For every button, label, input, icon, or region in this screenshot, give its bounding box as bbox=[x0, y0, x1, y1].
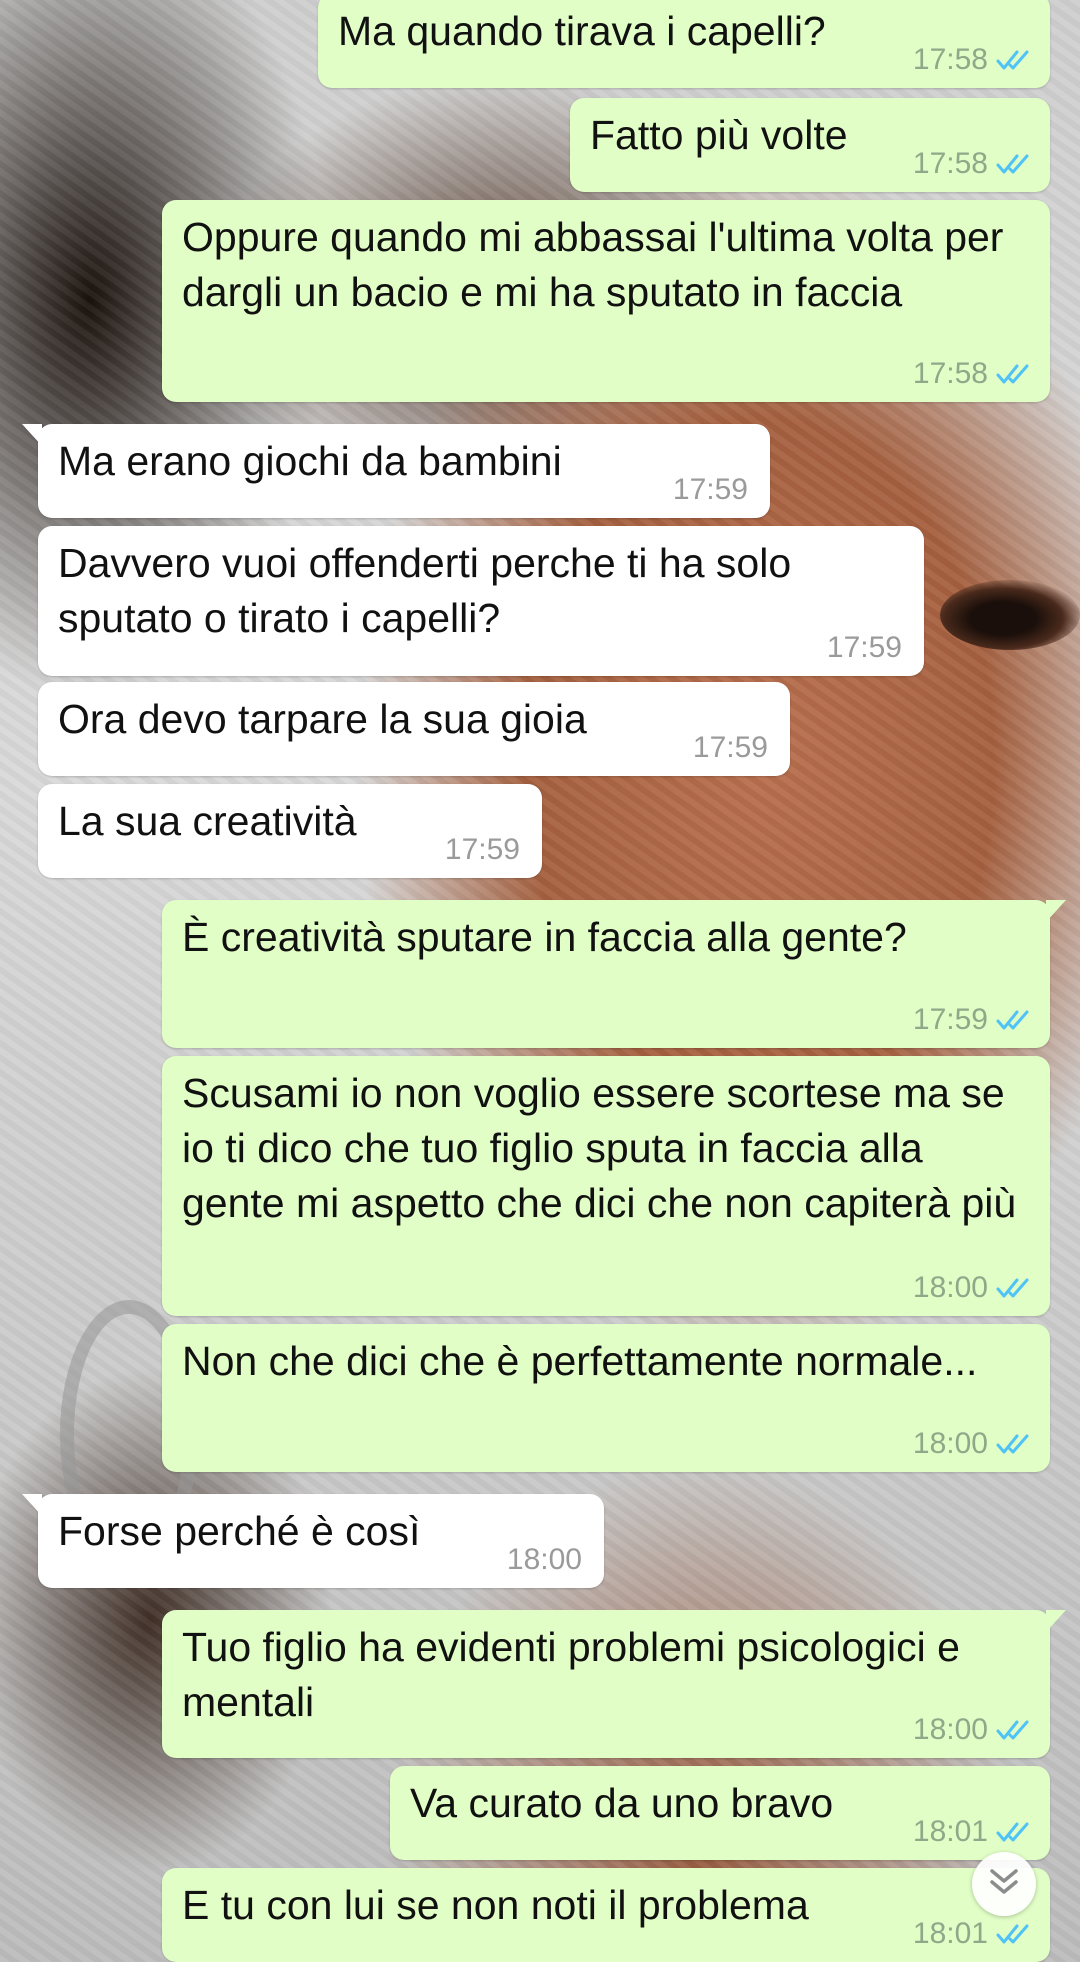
message-time: 18:01 bbox=[912, 1917, 988, 1950]
read-ticks-icon bbox=[996, 363, 1032, 385]
incoming-message[interactable]: Davvero vuoi offenderti perche ti ha sol… bbox=[38, 526, 924, 676]
message-text: Ora devo tarpare la sua gioia bbox=[58, 696, 587, 742]
read-ticks-icon bbox=[996, 1719, 1032, 1741]
read-ticks-icon bbox=[996, 1923, 1032, 1945]
message-text: E tu con lui se non noti il problema bbox=[182, 1882, 809, 1928]
message-time: 17:59 bbox=[912, 1003, 988, 1036]
message-time: 18:01 bbox=[912, 1815, 988, 1848]
read-ticks-icon bbox=[996, 1009, 1032, 1031]
message-time: 17:59 bbox=[672, 473, 748, 506]
outgoing-message[interactable]: Va curato da uno bravo 18:01 bbox=[390, 1766, 1050, 1860]
message-time: 18:00 bbox=[506, 1543, 582, 1576]
message-time: 18:00 bbox=[912, 1427, 988, 1460]
message-text: Davvero vuoi offenderti perche ti ha sol… bbox=[58, 540, 792, 641]
read-ticks-icon bbox=[996, 1433, 1032, 1455]
message-text: È creatività sputare in faccia alla gent… bbox=[182, 914, 907, 960]
message-time: 17:58 bbox=[912, 147, 988, 180]
message-text: Ma erano giochi da bambini bbox=[58, 438, 562, 484]
message-time: 17:58 bbox=[912, 43, 988, 76]
message-meta: 17:58 bbox=[913, 44, 1032, 76]
message-meta: 18:00 bbox=[913, 1272, 1032, 1304]
message-meta: 17:59 bbox=[673, 474, 748, 506]
message-meta: 18:00 bbox=[913, 1714, 1032, 1746]
message-meta: 17:58 bbox=[913, 358, 1032, 390]
message-meta: 17:59 bbox=[693, 732, 768, 764]
message-text: Oppure quando mi abbassai l'ultima volta… bbox=[182, 214, 1004, 315]
incoming-message[interactable]: Forse perché è così 18:00 bbox=[22, 1494, 604, 1588]
message-time: 18:00 bbox=[912, 1271, 988, 1304]
message-text: Scusami io non voglio essere scortese ma… bbox=[182, 1070, 1017, 1226]
outgoing-message[interactable]: Fatto più volte 17:58 bbox=[570, 98, 1050, 192]
outgoing-message[interactable]: Ma quando tirava i capelli? 17:58 bbox=[318, 0, 1050, 88]
message-meta: 17:59 bbox=[445, 834, 520, 866]
scroll-to-bottom-button[interactable] bbox=[972, 1852, 1036, 1916]
message-text: Forse perché è così bbox=[58, 1508, 421, 1554]
outgoing-message[interactable]: Non che dici che è perfettamente normale… bbox=[162, 1324, 1050, 1472]
message-meta: 17:59 bbox=[827, 632, 902, 664]
read-ticks-icon bbox=[996, 49, 1032, 71]
message-meta: 18:00 bbox=[913, 1428, 1032, 1460]
read-ticks-icon bbox=[996, 1277, 1032, 1299]
message-meta: 17:59 bbox=[913, 1004, 1032, 1036]
incoming-message[interactable]: La sua creatività 17:59 bbox=[38, 784, 542, 878]
message-meta: 18:01 bbox=[913, 1816, 1032, 1848]
incoming-message[interactable]: Ma erano giochi da bambini 17:59 bbox=[22, 424, 770, 518]
message-meta: 17:58 bbox=[913, 148, 1032, 180]
message-meta: 18:01 bbox=[913, 1918, 1032, 1950]
read-ticks-icon bbox=[996, 153, 1032, 175]
message-meta: 18:00 bbox=[507, 1544, 582, 1576]
message-time: 17:59 bbox=[692, 731, 768, 764]
double-chevron-down-icon bbox=[987, 1867, 1021, 1902]
message-time: 17:59 bbox=[444, 833, 520, 866]
outgoing-message[interactable]: Scusami io non voglio essere scortese ma… bbox=[162, 1056, 1050, 1316]
message-text: Non che dici che è perfettamente normale… bbox=[182, 1338, 978, 1384]
message-time: 17:58 bbox=[912, 357, 988, 390]
message-text: Tuo figlio ha evidenti problemi psicolog… bbox=[182, 1624, 960, 1725]
outgoing-message[interactable]: Tuo figlio ha evidenti problemi psicolog… bbox=[162, 1610, 1066, 1758]
message-list[interactable]: Ma quando tirava i capelli? 17:58 Fatto … bbox=[0, 0, 1080, 1962]
outgoing-message[interactable]: Oppure quando mi abbassai l'ultima volta… bbox=[162, 200, 1050, 402]
message-time: 17:59 bbox=[826, 631, 902, 664]
message-time: 18:00 bbox=[912, 1713, 988, 1746]
incoming-message[interactable]: Ora devo tarpare la sua gioia 17:59 bbox=[38, 682, 790, 776]
outgoing-message[interactable]: È creatività sputare in faccia alla gent… bbox=[162, 900, 1066, 1048]
outgoing-message[interactable]: E tu con lui se non noti il problema 18:… bbox=[162, 1868, 1050, 1962]
read-ticks-icon bbox=[996, 1821, 1032, 1843]
